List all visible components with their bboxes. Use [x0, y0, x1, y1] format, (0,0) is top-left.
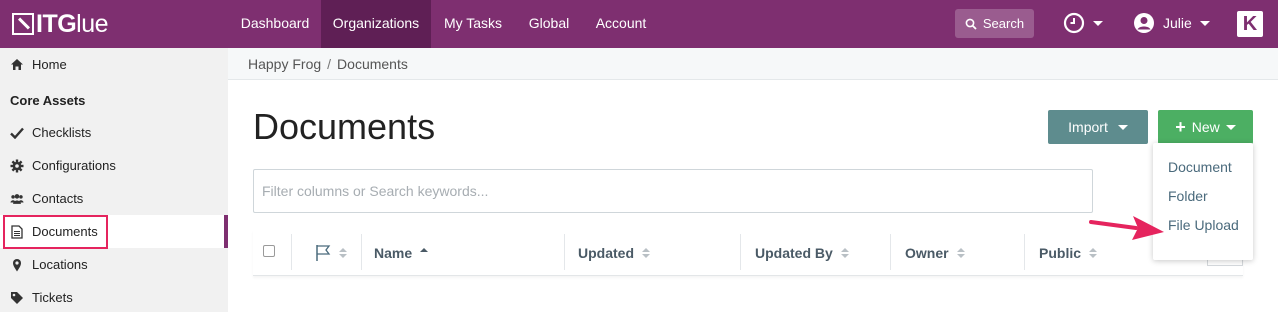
tag-icon [10, 291, 24, 305]
sidebar-item-checklists[interactable]: Checklists [0, 116, 228, 149]
column-header-updated[interactable]: Updated [578, 230, 650, 276]
itglue-logo[interactable]: ITGlue [12, 10, 109, 38]
sidebar-item-label: Configurations [32, 158, 116, 173]
plus-icon: + [1175, 117, 1186, 137]
sidebar: Home Core Assets Checklists Configuratio… [0, 48, 228, 312]
map-pin-icon [10, 258, 24, 272]
sort-icon [1089, 248, 1098, 258]
sidebar-item-label: Home [32, 57, 67, 72]
nav-global[interactable]: Global [516, 0, 582, 48]
users-icon [10, 192, 24, 206]
nav-account[interactable]: Account [585, 0, 657, 48]
sidebar-item-label: Contacts [32, 191, 84, 206]
search-icon [965, 18, 977, 30]
column-header-updated-by[interactable]: Updated By [755, 230, 849, 276]
menu-item-document[interactable]: Document [1168, 159, 1232, 175]
sidebar-item-configurations[interactable]: Configurations [0, 149, 228, 182]
new-label: New [1191, 119, 1220, 135]
select-all-checkbox[interactable] [263, 245, 275, 257]
chevron-down-icon [1093, 20, 1103, 26]
sort-icon [642, 248, 650, 258]
sidebar-item-label: Locations [32, 257, 88, 272]
home-icon [10, 58, 24, 72]
recent-history-menu[interactable] [1063, 12, 1103, 34]
user-menu[interactable]: Julie [1133, 12, 1210, 34]
breadcrumb-current: Documents [337, 55, 408, 72]
column-header-owner[interactable]: Owner [905, 230, 965, 276]
sidebar-item-locations[interactable]: Locations [0, 248, 228, 281]
page-title: Documents [253, 106, 436, 147]
breadcrumb-separator: / [327, 55, 332, 72]
column-header-name[interactable]: Name [374, 230, 429, 276]
sort-icon [956, 248, 965, 258]
filter-search-input[interactable] [253, 169, 1093, 213]
section-heading-core-assets: Core Assets [10, 93, 86, 108]
sidebar-item-home[interactable]: Home [0, 48, 228, 81]
kaseya-app-icon[interactable]: K [1237, 11, 1263, 37]
import-label: Import [1068, 119, 1108, 135]
sort-icon [339, 248, 347, 258]
column-header-flag[interactable] [315, 230, 347, 276]
nav-dashboard[interactable]: Dashboard [231, 0, 319, 48]
search-button[interactable]: Search [955, 9, 1034, 38]
logo-mark-icon [12, 13, 34, 35]
user-avatar-icon [1134, 13, 1154, 33]
sort-icon [840, 248, 849, 258]
new-button[interactable]: + New [1158, 110, 1253, 144]
chevron-down-icon [1225, 124, 1236, 130]
sidebar-item-contacts[interactable]: Contacts [0, 182, 228, 215]
search-label: Search [982, 16, 1025, 31]
clock-icon [1063, 12, 1085, 34]
top-navigation-bar: ITGlue Dashboard Organizations My Tasks … [0, 0, 1278, 48]
check-icon [10, 126, 24, 140]
sidebar-item-tickets[interactable]: Tickets [0, 281, 228, 314]
breadcrumb: Happy Frog / Documents [228, 48, 1278, 80]
chevron-down-icon [1117, 124, 1128, 130]
flag-icon [316, 245, 331, 261]
user-name: Julie [1163, 15, 1192, 31]
menu-item-file-upload[interactable]: File Upload [1168, 217, 1239, 233]
new-dropdown-menu: Document Folder File Upload [1153, 143, 1253, 260]
annotation-arrow-icon [1089, 216, 1164, 240]
breadcrumb-org-link[interactable]: Happy Frog [248, 56, 321, 72]
gear-icon [10, 159, 24, 173]
chevron-down-icon [1199, 20, 1210, 26]
menu-item-folder[interactable]: Folder [1168, 188, 1208, 204]
annotation-highlight-box [3, 215, 108, 249]
nav-my-tasks[interactable]: My Tasks [433, 0, 513, 48]
nav-organizations[interactable]: Organizations [321, 0, 431, 48]
sort-ascending-icon [420, 248, 429, 258]
sidebar-item-label: Checklists [32, 125, 92, 140]
sidebar-item-label: Tickets [32, 290, 73, 305]
import-button[interactable]: Import [1048, 110, 1148, 144]
